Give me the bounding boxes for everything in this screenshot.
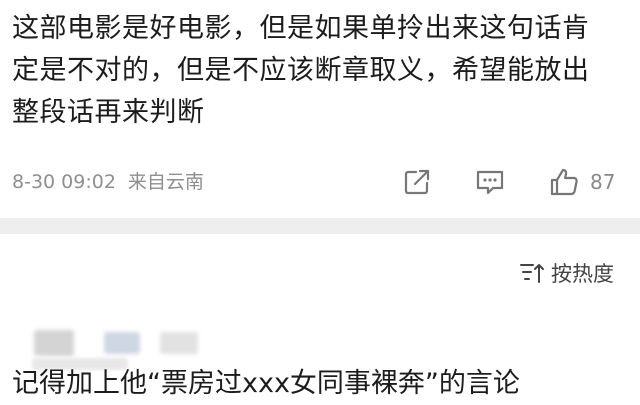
reply-item: 记得加上他“票房过xxx女同事裸奔”的言论 [0,318,640,405]
thumbs-up-icon [550,168,578,196]
comment-icon [476,170,504,195]
comment-timestamp: 8-30 09:02 [12,171,116,193]
comment-location: 来自云南 [127,171,204,193]
like-count: 87 [590,170,616,194]
comment-meta: 8-30 09:02 来自云南 [12,166,204,198]
comment-line: 定是不对的，但是不应该断章取义，希望能放出 [12,55,590,86]
share-icon [404,169,430,195]
reply-button[interactable] [474,164,506,200]
sort-by-hot-button[interactable]: 按热度 [519,258,614,288]
comment-card: 这部电影是好电影，但是如果单拎出来这句话肯 定是不对的，但是不应该断章取义，希望… [0,0,640,218]
share-button[interactable] [402,164,432,200]
comment-line: 整段话再来判断 [12,97,205,128]
like-button[interactable]: 87 [548,164,615,200]
sort-icon [520,264,544,283]
section-divider [0,218,640,234]
comment-thread: 这部电影是好电影，但是如果单拎出来这句话肯 定是不对的，但是不应该断章取义，希望… [0,0,640,405]
reply-body: 记得加上他“票房过xxx女同事裸奔”的言论 [12,368,520,399]
sort-label: 按热度 [551,262,614,286]
comment-line: 这部电影是好电影，但是如果单拎出来这句话肯 [12,13,590,44]
comment-body: 这部电影是好电影，但是如果单拎出来这句话肯 定是不对的，但是不应该断章取义，希望… [12,8,628,134]
blurred-username [18,322,198,370]
